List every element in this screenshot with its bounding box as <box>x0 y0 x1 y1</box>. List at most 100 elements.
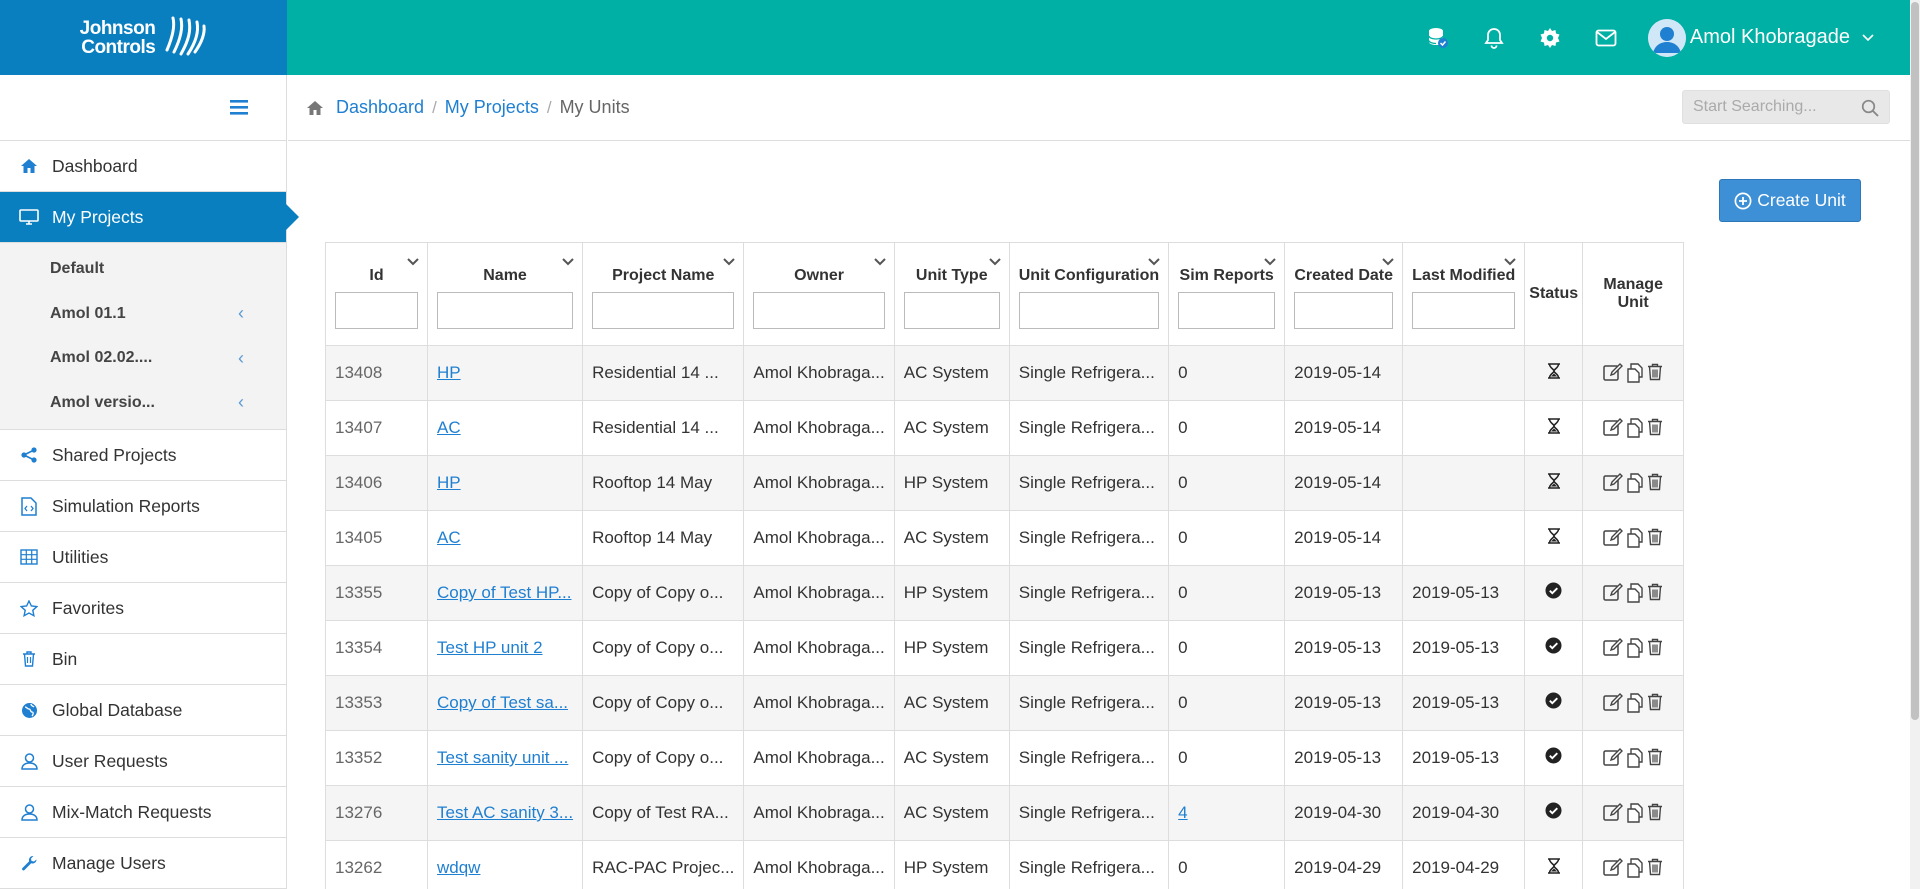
edit-icon[interactable] <box>1603 638 1624 658</box>
table-row[interactable]: 13407 AC Residential 14 ... Amol Khobrag… <box>325 400 1685 456</box>
filter-input-name[interactable] <box>437 292 574 329</box>
bell-icon[interactable] <box>1466 0 1522 75</box>
sidebar-item-manage-users[interactable]: Manage Users <box>0 838 286 889</box>
sidebar-item-favorites[interactable]: Favorites <box>0 583 286 634</box>
edit-icon[interactable] <box>1603 748 1624 768</box>
unit-name-link[interactable]: Test HP unit 2 <box>437 638 543 657</box>
filter-input-created-date[interactable] <box>1294 292 1394 329</box>
table-row[interactable]: 13354 Test HP unit 2 Copy of Copy o... A… <box>325 620 1685 676</box>
brand-logo[interactable]: Johnson Controls <box>0 0 287 75</box>
copy-icon[interactable] <box>1625 693 1645 713</box>
sidebar-item-mix-match-requests[interactable]: Mix-Match Requests <box>0 787 286 838</box>
filter-input-owner[interactable] <box>753 292 885 329</box>
project-item-default[interactable]: Default <box>0 247 286 292</box>
delete-icon[interactable] <box>1647 858 1663 878</box>
unit-name-link[interactable]: HP <box>437 363 461 382</box>
sort-caret-icon[interactable] <box>1504 253 1516 271</box>
sort-caret-icon[interactable] <box>407 253 419 271</box>
delete-icon[interactable] <box>1647 693 1663 713</box>
vertical-scrollbar[interactable] <box>1910 0 1920 889</box>
filter-input-unit-type[interactable] <box>903 292 1000 329</box>
search-input[interactable] <box>1683 91 1853 123</box>
breadcrumb-dashboard[interactable]: Dashboard <box>336 97 424 118</box>
copy-icon[interactable] <box>1625 418 1645 438</box>
filter-input-last-modified[interactable] <box>1412 292 1516 329</box>
filter-input-sim-reports[interactable] <box>1178 292 1276 329</box>
delete-icon[interactable] <box>1647 418 1663 438</box>
delete-icon[interactable] <box>1647 638 1663 658</box>
project-item-amol-02-02[interactable]: Amol 02.02.... ‹ <box>0 336 286 381</box>
sidebar-item-my-projects[interactable]: My Projects <box>0 192 299 243</box>
edit-icon[interactable] <box>1603 693 1624 713</box>
unit-name-link[interactable]: AC <box>437 418 461 437</box>
table-row[interactable]: 13408 HP Residential 14 ... Amol Khobrag… <box>325 345 1685 401</box>
project-item-amol-version[interactable]: Amol versio... ‹ <box>0 381 286 426</box>
edit-icon[interactable] <box>1603 583 1624 603</box>
sidebar-item-utilities[interactable]: Utilities <box>0 532 286 583</box>
table-row[interactable]: 13276 Test AC sanity 3... Copy of Test R… <box>325 785 1685 841</box>
copy-icon[interactable] <box>1625 528 1645 548</box>
sort-caret-icon[interactable] <box>723 253 736 271</box>
table-row[interactable]: 13352 Test sanity unit ... Copy of Copy … <box>325 730 1685 786</box>
sim-reports-value[interactable]: 4 <box>1178 803 1187 822</box>
copy-icon[interactable] <box>1625 473 1645 493</box>
user-menu[interactable]: Amol Khobragade <box>1647 18 1874 57</box>
sidebar-item-global-database[interactable]: Global Database <box>0 685 286 736</box>
unit-name-link[interactable]: wdqw <box>437 858 480 877</box>
sidebar-item-simulation-reports[interactable]: Simulation Reports <box>0 481 286 532</box>
delete-icon[interactable] <box>1647 803 1663 823</box>
sim-reports-value: 0 <box>1178 528 1188 547</box>
chevron-left-icon: ‹ <box>238 347 244 368</box>
table-row[interactable]: 13353 Copy of Test sa... Copy of Copy o.… <box>325 675 1685 731</box>
sort-caret-icon[interactable] <box>1148 253 1160 271</box>
breadcrumb-my-projects[interactable]: My Projects <box>445 97 539 118</box>
edit-icon[interactable] <box>1603 803 1624 823</box>
edit-icon[interactable] <box>1603 363 1624 383</box>
edit-icon[interactable] <box>1603 528 1624 548</box>
copy-icon[interactable] <box>1625 858 1645 878</box>
unit-name-link[interactable]: HP <box>437 473 461 492</box>
table-row[interactable]: 13406 HP Rooftop 14 May Amol Khobraga...… <box>325 455 1685 511</box>
delete-icon[interactable] <box>1647 748 1663 768</box>
sort-caret-icon[interactable] <box>562 253 574 271</box>
copy-icon[interactable] <box>1625 363 1645 383</box>
edit-icon[interactable] <box>1603 858 1624 878</box>
gear-icon[interactable] <box>1522 0 1578 75</box>
delete-icon[interactable] <box>1647 363 1663 383</box>
sort-caret-icon[interactable] <box>1264 253 1276 271</box>
menu-toggle-button[interactable] <box>0 75 286 141</box>
sort-caret-icon[interactable] <box>989 253 1001 271</box>
filter-input-unit-configuration[interactable] <box>1018 292 1160 329</box>
sidebar-item-bin[interactable]: Bin <box>0 634 286 685</box>
sidebar-item-shared-projects[interactable]: Shared Projects <box>0 430 286 481</box>
table-row[interactable]: 13262 wdqw RAC-PAC Projec... Amol Khobra… <box>325 840 1685 889</box>
copy-icon[interactable] <box>1625 583 1645 603</box>
unit-name-link[interactable]: AC <box>437 528 461 547</box>
copy-icon[interactable] <box>1625 748 1645 768</box>
table-row[interactable]: 13405 AC Rooftop 14 May Amol Khobraga...… <box>325 510 1685 566</box>
copy-icon[interactable] <box>1625 638 1645 658</box>
edit-icon[interactable] <box>1603 418 1624 438</box>
scrollbar-thumb[interactable] <box>1911 2 1919 720</box>
unit-name-link[interactable]: Test sanity unit ... <box>437 748 568 767</box>
unit-name-link[interactable]: Copy of Test sa... <box>437 693 568 712</box>
database-check-icon[interactable] <box>1410 0 1466 75</box>
filter-input-id[interactable] <box>335 292 418 329</box>
mail-icon[interactable] <box>1578 0 1634 75</box>
copy-icon[interactable] <box>1625 803 1645 823</box>
delete-icon[interactable] <box>1647 583 1663 603</box>
sort-caret-icon[interactable] <box>1382 253 1394 271</box>
unit-name-link[interactable]: Test AC sanity 3... <box>437 803 573 822</box>
delete-icon[interactable] <box>1647 528 1663 548</box>
table-row[interactable]: 13355 Copy of Test HP... Copy of Copy o.… <box>325 565 1685 621</box>
filter-input-project-name[interactable] <box>592 292 735 329</box>
search-icon[interactable] <box>1861 99 1879 117</box>
delete-icon[interactable] <box>1647 473 1663 493</box>
unit-name-link[interactable]: Copy of Test HP... <box>437 583 572 602</box>
edit-icon[interactable] <box>1603 473 1624 493</box>
sidebar-item-user-requests[interactable]: User Requests <box>0 736 286 787</box>
sort-caret-icon[interactable] <box>874 253 886 271</box>
sidebar-item-dashboard[interactable]: Dashboard <box>0 141 286 192</box>
project-item-amol-01-1[interactable]: Amol 01.1 ‹ <box>0 292 286 337</box>
create-unit-button[interactable]: Create Unit <box>1719 179 1861 222</box>
